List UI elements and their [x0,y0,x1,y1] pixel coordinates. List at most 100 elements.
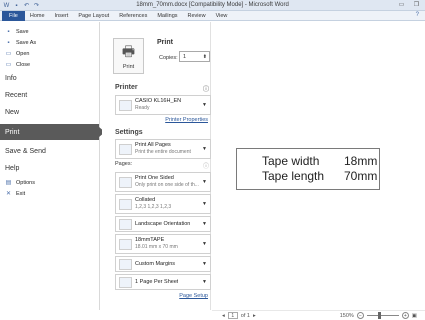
backstage-close[interactable]: ▭ Close [0,59,99,70]
zoom-slider[interactable] [366,312,399,319]
minimize-button[interactable]: ▭ [397,1,406,9]
dropdown-arrow-icon: ▼ [202,261,207,267]
backstage-open[interactable]: ▭ Open [0,48,99,59]
copies-label: Copies: [159,55,178,61]
save-icon: ▪ [7,28,10,35]
title-bar: W ▪ ↶ ↷ 18mm_70mm.docx [Compatibility Mo… [0,0,425,11]
tab-references[interactable]: References [114,11,152,21]
pages-info-icon[interactable]: ⓘ [203,161,209,170]
pages-row: Pages: ⓘ [115,161,211,170]
preview-line-1: Tape width 18mm [262,154,379,169]
zoom-in-button[interactable]: + [401,312,409,319]
per-sheet-icon [119,276,132,288]
dropdown-arrow-icon: ▼ [202,179,207,185]
backstage-print[interactable]: Print [0,124,105,140]
copies-spinner-icon[interactable]: ⬍ [203,52,207,62]
sides-main: Print One Sided [135,175,174,181]
page-count: of 1 [240,312,250,319]
backstage-recent[interactable]: Recent [0,87,99,104]
tab-view[interactable]: View [211,11,233,21]
per-sheet-main: 1 Page Per Sheet [135,278,179,285]
dropdown-arrow-icon: ▼ [202,221,207,227]
preview-page: Tape width 18mm Tape length 70mm [236,148,380,190]
backstage-save-send[interactable]: Save & Send [0,143,99,160]
exit-icon: ✕ [5,191,12,197]
paper-size-dropdown[interactable]: 18mmTAPE 18.01 mm x 70 mm ▼ [115,234,211,254]
tab-review[interactable]: Review [183,11,211,21]
print-heading: Print [157,39,173,46]
backstage-options[interactable]: ▤ Options [0,177,99,188]
sides-sub: Only print on one side of th... [135,182,199,188]
sides-dropdown[interactable]: Print One Sided Only print on one side o… [115,172,211,192]
ribbon-tabs: File Home Insert Page Layout References … [0,10,425,21]
dropdown-arrow-icon: ▼ [202,102,207,108]
backstage-save[interactable]: ▪ Save [0,26,99,37]
printer-properties-link[interactable]: Printer Properties [165,117,208,123]
backstage-info[interactable]: Info [0,70,99,87]
print-range-sub: Print the entire document [135,149,191,155]
collation-sub: 1,2,3 1,2,3 1,2,3 [135,204,172,210]
close-doc-icon: ▭ [5,62,12,68]
margins-main: Custom Margins [135,260,176,267]
print-button[interactable]: 🖶 Print [113,38,144,74]
margins-dropdown[interactable]: Custom Margins ▼ [115,256,211,272]
print-range-dropdown[interactable]: Print All Pages Print the entire documen… [115,139,211,159]
backstage-new[interactable]: New [0,104,99,121]
window-title: 18mm_70mm.docx [Compatibility Mode] - Mi… [136,2,289,8]
page-navigator: ◂ 1 of 1 ▸ [222,312,256,319]
options-icon: ▤ [5,180,12,186]
backstage-exit[interactable]: ✕ Exit [0,188,99,199]
next-page-icon[interactable]: ▸ [253,313,256,319]
one-sided-icon [119,176,132,188]
backstage-save-as-label: Save As [16,39,37,46]
open-folder-icon: ▭ [5,51,12,57]
margins-icon [119,258,132,270]
dropdown-arrow-icon: ▼ [202,241,207,247]
backstage-options-label: Options [16,179,35,186]
printer-dropdown[interactable]: CASIO KL16H_EN Ready ▼ [115,95,211,115]
printer-title: Printer [115,84,138,91]
collation-dropdown[interactable]: Collated 1,2,3 1,2,3 1,2,3 ▼ [115,194,211,214]
dropdown-arrow-icon: ▼ [202,201,207,207]
paper-sub: 18.01 mm x 70 mm [135,244,178,250]
orientation-dropdown[interactable]: Landscape Orientation ▼ [115,216,211,232]
zoom-level: 150% [339,312,354,319]
tab-home[interactable]: Home [25,11,50,21]
preview-line-2: Tape length 70mm [262,169,379,184]
collated-icon [119,198,132,210]
save-as-icon: ▪ [7,39,10,46]
print-range-main: Print All Pages [135,142,171,148]
preview-status-bar: ◂ 1 of 1 ▸ 150% − + ▣ [212,310,425,320]
printer-section-title: Printer ⓘ [115,84,211,93]
zoom-to-page-icon[interactable]: ▣ [412,313,417,319]
zoom-out-button[interactable]: − [356,312,364,319]
tab-file[interactable]: File [2,10,25,21]
zoom-slider-thumb[interactable] [377,312,381,319]
page-setup-link[interactable]: Page Setup [179,293,208,299]
orientation-main: Landscape Orientation [135,220,191,227]
pages-per-sheet-dropdown[interactable]: 1 Page Per Sheet ▼ [115,274,211,290]
backstage-save-as[interactable]: ▪ Save As [0,37,99,48]
settings-title: Settings [115,129,143,136]
tab-insert[interactable]: Insert [50,11,74,21]
pages-icon [119,143,132,155]
dropdown-arrow-icon: ▼ [202,146,207,152]
copies-value: 1 [183,54,187,60]
backstage-open-label: Open [16,50,30,57]
tab-page-layout[interactable]: Page Layout [73,11,114,21]
tab-mailings[interactable]: Mailings [152,11,182,21]
prev-page-icon[interactable]: ◂ [222,313,225,319]
dropdown-arrow-icon: ▼ [202,279,207,285]
print-settings-pane: 🖶 Print Print Copies: 1 ⬍ Printer ⓘ CASI… [102,22,211,310]
maximize-button[interactable]: ❐ [412,1,421,9]
printer-info-icon[interactable]: ⓘ [203,84,209,93]
print-preview: Tape width 18mm Tape length 70mm [212,22,425,310]
help-icon[interactable]: ? [416,12,419,18]
zoom-control: 150% − + ▣ [340,312,417,319]
paper-icon [119,238,132,250]
backstage-help[interactable]: Help [0,160,99,177]
copies-input[interactable]: 1 ⬍ [179,51,210,62]
printer-name: CASIO KL16H_EN [135,98,182,104]
page-number-input[interactable]: 1 [227,312,238,319]
collation-main: Collated [135,197,156,203]
